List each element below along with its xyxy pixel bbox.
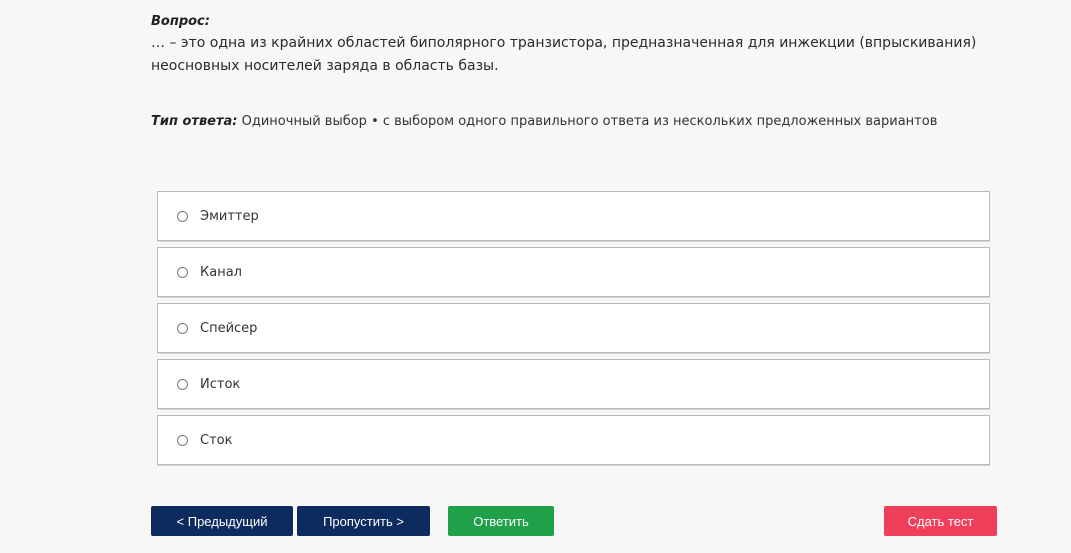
answer-option-label: Канал [200,264,242,280]
question-block: Вопрос: … – это одна из крайних областей… [151,13,991,78]
answer-button[interactable]: Ответить [448,506,554,536]
radio-button[interactable] [177,266,188,278]
answer-option-label: Спейсер [200,320,258,336]
answer-type: Тип ответа: Одиночный выбор • с выбором … [151,114,937,129]
answer-option[interactable]: Эмиттер [157,191,990,241]
previous-button[interactable]: < Предыдущий [151,506,293,536]
radio-button[interactable] [177,378,188,390]
answer-option-label: Исток [200,376,241,392]
answer-option[interactable]: Спейсер [157,303,990,353]
skip-button[interactable]: Пропустить > [297,506,430,536]
answer-type-label: Тип ответа: [151,114,238,129]
question-text: … – это одна из крайних областей биполяр… [151,35,977,74]
question-label: Вопрос: [151,14,210,29]
answer-option-label: Сток [200,432,233,448]
answer-option[interactable]: Исток [157,359,990,409]
radio-button[interactable] [177,210,188,222]
answer-option[interactable]: Канал [157,247,990,297]
radio-button[interactable] [177,322,188,334]
submit-test-button[interactable]: Сдать тест [884,506,997,536]
answer-options: Эмиттер Канал Спейсер Исток Сток [157,191,990,471]
answer-type-value: Одиночный выбор • с выбором одного прави… [241,114,938,129]
answer-option[interactable]: Сток [157,415,990,465]
radio-button[interactable] [177,434,188,446]
answer-option-label: Эмиттер [200,208,259,224]
